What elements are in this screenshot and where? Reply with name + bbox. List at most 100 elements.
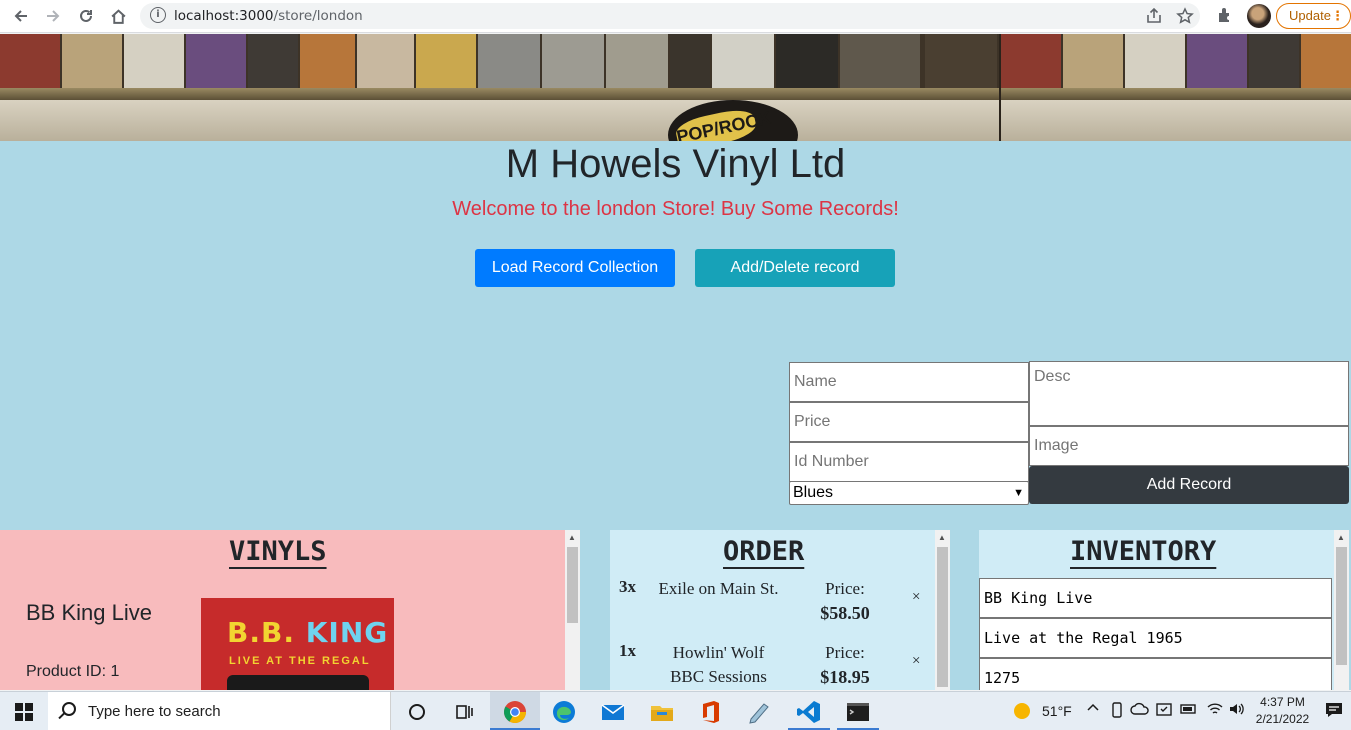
cover-subtitle: LIVE AT THE REGAL bbox=[229, 655, 371, 667]
id-number-input[interactable]: Id Number bbox=[789, 442, 1029, 482]
url-path: /store/london bbox=[273, 8, 363, 24]
scroll-up-icon[interactable]: ▲ bbox=[568, 533, 576, 542]
vinyl-name: BB King Live bbox=[26, 600, 152, 625]
volume-icon[interactable] bbox=[1228, 701, 1246, 720]
bookmark-star-icon[interactable] bbox=[1176, 7, 1194, 25]
cortana-icon[interactable] bbox=[404, 699, 430, 725]
add-delete-record-button[interactable]: Add/Delete record bbox=[695, 249, 895, 287]
terminal-icon[interactable] bbox=[845, 699, 871, 725]
vscode-icon[interactable] bbox=[796, 699, 822, 725]
mail-icon[interactable] bbox=[600, 699, 626, 725]
address-bar[interactable]: i localhost:3000/store/london bbox=[140, 3, 1200, 29]
windows-start-icon[interactable] bbox=[15, 703, 33, 721]
search-icon bbox=[62, 702, 76, 716]
taskbar-search-placeholder: Type here to search bbox=[88, 703, 221, 720]
genre-selected-value: Blues bbox=[793, 484, 834, 501]
inventory-scrollbar[interactable]: ▲ bbox=[1334, 530, 1349, 690]
genre-select[interactable]: Blues ▼ bbox=[789, 481, 1029, 505]
url-text: localhost:3000/store/london bbox=[174, 8, 363, 24]
desc-textarea[interactable]: Desc bbox=[1029, 361, 1349, 426]
scroll-up-icon[interactable]: ▲ bbox=[938, 533, 946, 542]
update-button[interactable]: Update ⋮ bbox=[1276, 3, 1351, 29]
vinyls-panel: VINYLS BB King Live Product ID: 1 B.B. K… bbox=[0, 530, 580, 690]
inventory-name-field[interactable]: BB King Live bbox=[979, 578, 1332, 618]
remove-item-close-icon[interactable]: × bbox=[912, 653, 920, 670]
cover-title-first: B.B. bbox=[227, 616, 295, 649]
header-banner-image: POP/ROCK bbox=[0, 34, 1351, 141]
notifications-icon[interactable] bbox=[1324, 701, 1344, 722]
name-placeholder: Name bbox=[794, 373, 837, 390]
order-scrollbar[interactable]: ▲ bbox=[935, 530, 950, 690]
name-input[interactable]: Name bbox=[789, 362, 1029, 402]
desc-placeholder: Desc bbox=[1034, 368, 1071, 385]
update-label: Update bbox=[1289, 8, 1331, 23]
clock-time: 4:37 PM bbox=[1260, 695, 1305, 709]
onedrive-cloud-icon[interactable] bbox=[1130, 702, 1150, 719]
file-explorer-icon[interactable] bbox=[649, 699, 675, 725]
notepad-icon[interactable] bbox=[746, 699, 772, 725]
order-price: Price: $58.50 bbox=[795, 577, 895, 625]
profile-avatar[interactable] bbox=[1247, 4, 1271, 28]
browser-toolbar: i localhost:3000/store/london Update ⋮ bbox=[0, 0, 1351, 33]
image-placeholder: Image bbox=[1034, 437, 1079, 454]
inventory-desc-field[interactable]: Live at the Regal 1965 bbox=[979, 618, 1332, 658]
cover-title: B.B. KING bbox=[227, 616, 388, 649]
vinyl-product-id: Product ID: 1 bbox=[26, 663, 120, 680]
taskbar-clock[interactable]: 4:37 PM 2/21/2022 bbox=[1250, 694, 1315, 728]
order-price-amount: $58.50 bbox=[820, 603, 870, 623]
order-panel: ORDER 3x Exile on Main St. Price: $58.50… bbox=[610, 530, 950, 690]
inventory-panel: INVENTORY BB King Live Live at the Regal… bbox=[979, 530, 1349, 690]
scroll-up-icon[interactable]: ▲ bbox=[1337, 533, 1345, 542]
chevron-up-icon[interactable] bbox=[1086, 701, 1100, 718]
task-view-icon[interactable] bbox=[451, 699, 477, 725]
home-icon[interactable] bbox=[107, 5, 129, 27]
url-host: localhost:3000 bbox=[174, 8, 274, 24]
remove-item-close-icon[interactable]: × bbox=[912, 589, 920, 606]
page-viewport: POP/ROCK M Howels Vinyl Ltd Welcome to t… bbox=[0, 34, 1351, 690]
scrollbar-thumb[interactable] bbox=[937, 547, 948, 687]
order-price-label: Price: bbox=[825, 579, 865, 598]
edge-icon[interactable] bbox=[551, 699, 577, 725]
phone-link-icon[interactable] bbox=[1110, 701, 1124, 722]
page-title: M Howels Vinyl Ltd bbox=[505, 142, 846, 186]
taskbar-search-box[interactable]: Type here to search bbox=[48, 692, 391, 730]
back-icon[interactable] bbox=[10, 5, 32, 27]
office-icon[interactable] bbox=[698, 699, 724, 725]
welcome-message: Welcome to the london Store! Buy Some Re… bbox=[452, 198, 899, 220]
site-info-icon[interactable]: i bbox=[150, 7, 166, 23]
order-price-amount: $18.95 bbox=[820, 667, 870, 687]
reload-icon[interactable] bbox=[75, 5, 97, 27]
forward-icon[interactable] bbox=[42, 5, 64, 27]
order-price: Price: $18.95 bbox=[795, 641, 895, 689]
order-item-name: Exile on Main St. bbox=[658, 579, 779, 598]
wifi-icon[interactable] bbox=[1206, 701, 1224, 720]
order-qty: 3x bbox=[619, 577, 636, 596]
extensions-icon[interactable] bbox=[1216, 6, 1236, 26]
weather-temperature[interactable]: 51°F bbox=[1042, 703, 1072, 719]
menu-dots-icon[interactable]: ⋮ bbox=[1331, 4, 1344, 28]
vinyl-cover-image[interactable]: B.B. KING LIVE AT THE REGAL bbox=[201, 598, 394, 690]
price-input[interactable]: Price bbox=[789, 402, 1029, 442]
vinyls-heading: VINYLS bbox=[229, 536, 327, 567]
cover-title-second: KING bbox=[305, 616, 389, 649]
vinyls-scrollbar[interactable]: ▲ bbox=[565, 530, 580, 690]
order-price-label: Price: bbox=[825, 643, 865, 662]
order-item-name: Howlin' Wolf BBC Sessions bbox=[670, 643, 767, 686]
clock-date: 2/21/2022 bbox=[1255, 712, 1310, 726]
windows-taskbar: Type here to search 51°F 4:37 PM 2/21/20… bbox=[0, 691, 1351, 730]
chevron-down-icon: ▼ bbox=[1013, 487, 1024, 499]
battery-icon[interactable] bbox=[1180, 702, 1198, 719]
order-qty: 1x bbox=[619, 641, 636, 660]
image-input[interactable]: Image bbox=[1029, 426, 1349, 466]
weather-sun-icon[interactable] bbox=[1012, 701, 1032, 724]
price-placeholder: Price bbox=[794, 413, 831, 430]
scrollbar-thumb[interactable] bbox=[567, 547, 578, 623]
load-record-collection-button[interactable]: Load Record Collection bbox=[475, 249, 675, 287]
inventory-price-field[interactable]: 1275 bbox=[979, 658, 1332, 690]
share-icon[interactable] bbox=[1145, 7, 1163, 25]
chrome-icon[interactable] bbox=[502, 699, 528, 725]
id-number-placeholder: Id Number bbox=[794, 453, 869, 470]
add-record-button[interactable]: Add Record bbox=[1029, 466, 1349, 504]
scrollbar-thumb[interactable] bbox=[1336, 547, 1347, 665]
security-icon[interactable] bbox=[1155, 701, 1173, 722]
